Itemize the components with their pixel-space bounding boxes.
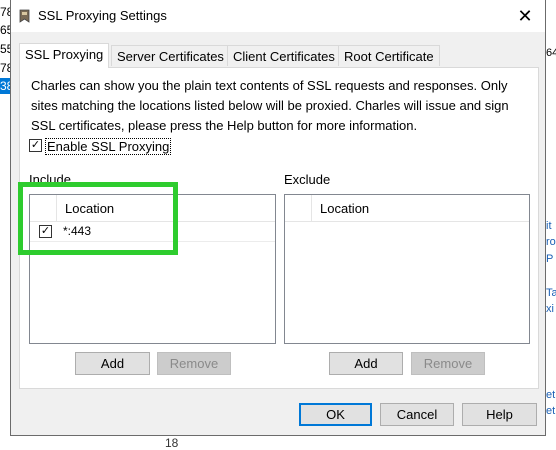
include-add-button[interactable]: Add bbox=[75, 352, 150, 375]
checkbox-column-header bbox=[285, 195, 312, 221]
background-text: 64 bbox=[546, 47, 556, 59]
title-bar: SSL Proxying Settings ✕ bbox=[11, 0, 545, 32]
background-text: Ta bbox=[546, 287, 556, 299]
help-button[interactable]: Help bbox=[462, 403, 537, 426]
background-text: et bbox=[546, 389, 556, 401]
ssl-proxying-settings-dialog: SSL Proxying Settings ✕ SSL Proxying Ser… bbox=[10, 0, 546, 436]
location-column-header[interactable]: Location bbox=[65, 201, 114, 216]
ok-button[interactable]: OK bbox=[299, 403, 372, 426]
include-label: Include bbox=[29, 172, 71, 187]
enable-ssl-proxying-label[interactable]: Enable SSL Proxying bbox=[45, 138, 172, 155]
background-text: it bbox=[546, 220, 552, 232]
exclude-add-button[interactable]: Add bbox=[329, 352, 403, 375]
exclude-remove-button[interactable]: Remove bbox=[411, 352, 485, 375]
include-list-header: Location bbox=[30, 195, 275, 222]
location-value: *:443 bbox=[63, 224, 92, 238]
description-text: Charles can show you the plain text cont… bbox=[31, 78, 509, 133]
charles-app-icon bbox=[19, 9, 30, 23]
exclude-location-list[interactable]: Location bbox=[284, 194, 530, 344]
row-checkbox[interactable]: ✓ bbox=[39, 225, 52, 238]
background-text: et bbox=[546, 405, 556, 417]
tab-root-certificate[interactable]: Root Certificate bbox=[338, 45, 440, 66]
table-row[interactable]: ✓ *:443 bbox=[30, 222, 275, 242]
location-column-header[interactable]: Location bbox=[320, 201, 369, 216]
close-button[interactable]: ✕ bbox=[505, 0, 545, 32]
background-selected-row: 38 bbox=[0, 78, 13, 94]
include-location-list[interactable]: Location ✓ *:443 bbox=[29, 194, 276, 344]
tab-server-certificates[interactable]: Server Certificates bbox=[111, 45, 230, 66]
tab-client-certificates[interactable]: Client Certificates bbox=[227, 45, 341, 66]
background-text: xi bbox=[546, 303, 554, 315]
checkbox-checked-icon[interactable]: ✓ bbox=[29, 139, 42, 152]
background-line-number: 18 bbox=[165, 436, 179, 450]
checkbox-column-header bbox=[30, 195, 57, 221]
tab-ssl-proxying[interactable]: SSL Proxying bbox=[19, 43, 110, 68]
background-text: P bbox=[546, 253, 554, 265]
exclude-label: Exclude bbox=[284, 172, 331, 187]
dialog-title: SSL Proxying Settings bbox=[38, 8, 167, 23]
background-text: ro bbox=[546, 236, 556, 248]
cancel-button[interactable]: Cancel bbox=[380, 403, 454, 426]
exclude-list-header: Location bbox=[285, 195, 529, 222]
ssl-proxying-panel: Charles can show you the plain text cont… bbox=[19, 67, 539, 389]
include-remove-button[interactable]: Remove bbox=[157, 352, 231, 375]
